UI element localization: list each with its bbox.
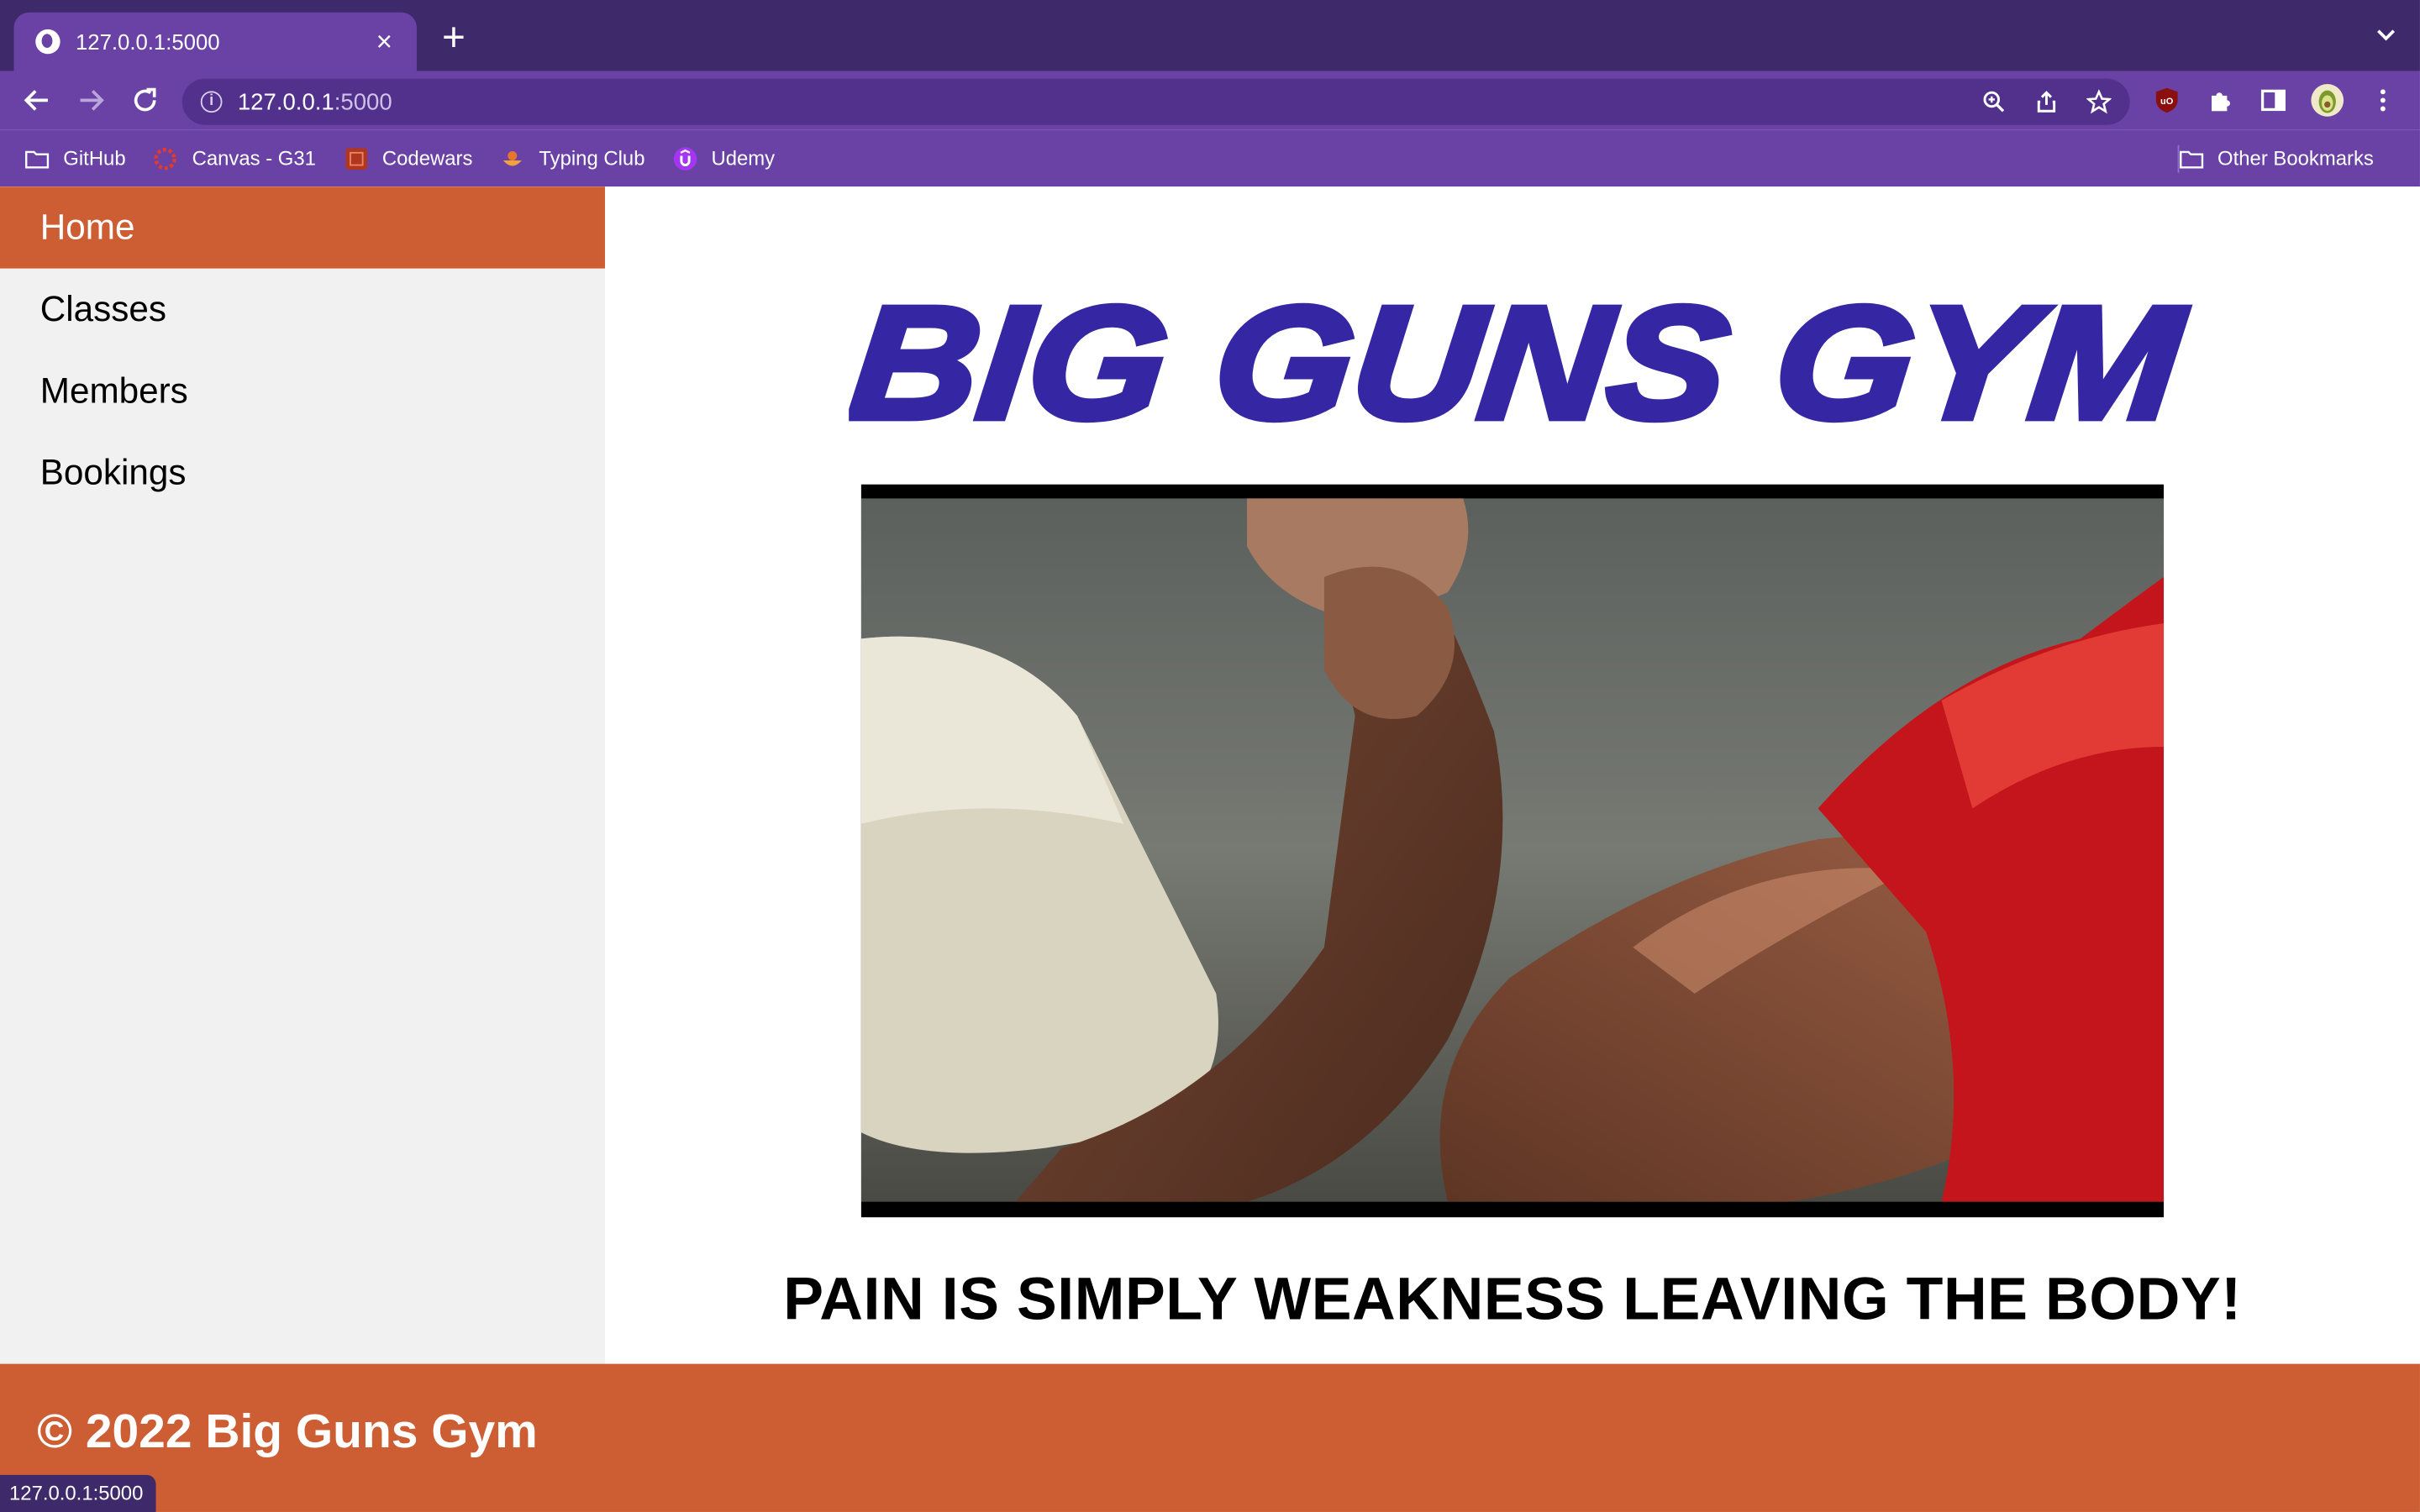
bookmark-codewars[interactable]: Codewars bbox=[344, 146, 472, 171]
logo-text: BIG GUNS GYM bbox=[849, 276, 2191, 446]
forward-button[interactable] bbox=[74, 83, 108, 117]
browser-window: 127.0.0.1:5000 × + i 127.0.0.1:5000 uO … bbox=[0, 0, 2420, 1512]
tab-strip: 127.0.0.1:5000 × + bbox=[0, 0, 2420, 71]
bookmark-label: Typing Club bbox=[539, 146, 645, 171]
status-url-bubble: 127.0.0.1:5000 bbox=[0, 1474, 156, 1512]
page-footer: © 2022 Big Guns Gym bbox=[0, 1363, 2420, 1512]
address-port: :5000 bbox=[334, 88, 392, 115]
site-info-icon[interactable]: i bbox=[200, 91, 223, 113]
bookmark-udemy[interactable]: Udemy bbox=[673, 146, 776, 171]
main-content: BIG GUNS GYM PAIN IS SIMPLY WEAKNESS LEA… bbox=[604, 186, 2420, 1364]
address-host: 127.0.0.1 bbox=[237, 88, 334, 115]
canvas-icon bbox=[155, 147, 177, 170]
address-bar[interactable]: i 127.0.0.1:5000 bbox=[182, 78, 2130, 125]
side-panel-icon[interactable] bbox=[2256, 83, 2290, 117]
codewars-icon bbox=[345, 147, 367, 170]
udemy-icon bbox=[673, 146, 697, 171]
back-arrow-icon bbox=[24, 90, 48, 111]
browser-menu-icon[interactable] bbox=[2366, 83, 2400, 117]
bookmarks-bar: GitHub Canvas - G31 Codewars Typing Club… bbox=[0, 129, 2420, 187]
bookmark-label: Canvas - G31 bbox=[192, 146, 316, 171]
back-button[interactable] bbox=[20, 83, 54, 117]
globe-icon bbox=[35, 29, 60, 55]
svg-text:uO: uO bbox=[2160, 97, 2174, 107]
bookmark-star-icon[interactable] bbox=[2084, 87, 2115, 118]
forward-arrow-icon bbox=[80, 90, 104, 111]
new-tab-button[interactable]: + bbox=[435, 17, 472, 57]
arm-wrestling-handshake-image bbox=[860, 484, 2165, 1218]
browser-tab[interactable]: 127.0.0.1:5000 × bbox=[13, 12, 417, 71]
typingclub-icon bbox=[503, 150, 523, 165]
other-bookmarks-label: Other Bookmarks bbox=[2217, 146, 2374, 171]
browser-toolbar: i 127.0.0.1:5000 uO bbox=[0, 71, 2420, 130]
ublock-extension-icon[interactable]: uO bbox=[2150, 83, 2184, 117]
nav-item-bookings[interactable]: Bookings bbox=[0, 432, 605, 513]
sidebar-nav: Home Classes Members Bookings bbox=[0, 186, 605, 1364]
reload-icon bbox=[134, 87, 156, 112]
web-page: Home Classes Members Bookings BIG GUNS G… bbox=[0, 186, 2420, 1512]
footer-copyright: © 2022 Big Guns Gym bbox=[37, 1404, 538, 1458]
hero-image bbox=[860, 484, 2165, 1218]
tab-search-chevron-icon[interactable] bbox=[2374, 22, 2398, 46]
motto-heading: PAIN IS SIMPLY WEAKNESS LEAVING THE BODY… bbox=[783, 1266, 2242, 1333]
reload-button[interactable] bbox=[128, 83, 161, 117]
folder-icon bbox=[2179, 150, 2203, 168]
extensions-puzzle-icon[interactable] bbox=[2204, 83, 2238, 117]
share-icon[interactable] bbox=[2031, 87, 2062, 118]
nav-item-classes[interactable]: Classes bbox=[0, 269, 605, 350]
bookmark-label: Codewars bbox=[381, 146, 473, 171]
bookmark-typingclub[interactable]: Typing Club bbox=[500, 146, 644, 171]
profile-avatar-icon[interactable] bbox=[2311, 83, 2344, 117]
bookmark-canvas[interactable]: Canvas - G31 bbox=[154, 146, 316, 171]
tab-close-icon[interactable]: × bbox=[371, 28, 398, 55]
nav-item-home[interactable]: Home bbox=[0, 186, 605, 269]
bookmark-label: GitHub bbox=[63, 146, 126, 171]
folder-icon bbox=[25, 150, 50, 168]
zoom-icon[interactable] bbox=[1979, 87, 2010, 118]
bookmark-label: Udemy bbox=[711, 146, 776, 171]
bookmark-github[interactable]: GitHub bbox=[24, 146, 126, 171]
gym-logo: BIG GUNS GYM bbox=[849, 276, 2195, 446]
tab-title: 127.0.0.1:5000 bbox=[75, 29, 220, 55]
nav-item-members[interactable]: Members bbox=[0, 350, 605, 432]
other-bookmarks[interactable]: Other Bookmarks bbox=[2179, 129, 2374, 186]
